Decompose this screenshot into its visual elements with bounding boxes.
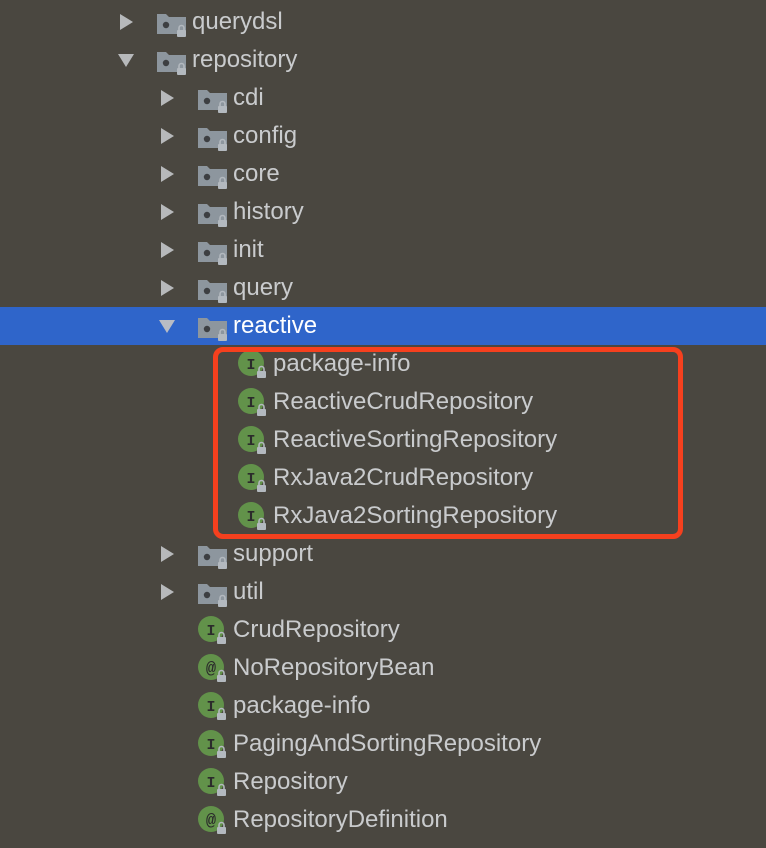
tree-item-crudrepository[interactable]: I CrudRepository [0, 611, 766, 649]
svg-text:@: @ [206, 812, 216, 831]
tree-item-repository[interactable]: repository [0, 41, 766, 79]
tree-item-label: init [233, 236, 264, 263]
tree-item-querydsl[interactable]: querydsl [0, 3, 766, 41]
package-folder-icon [197, 310, 229, 342]
package-folder-icon [197, 272, 229, 304]
tree-item-config[interactable]: config [0, 117, 766, 155]
tree-item-label: CrudRepository [233, 616, 400, 643]
svg-text:I: I [206, 699, 215, 716]
tree-item-util[interactable]: util [0, 573, 766, 611]
tree-item-reactivecrudrepository[interactable]: I ReactiveCrudRepository [0, 383, 766, 421]
expand-arrow-icon[interactable] [157, 582, 177, 602]
tree-item-label: history [233, 198, 304, 225]
tree-item-label: reactive [233, 312, 318, 339]
expand-arrow-icon[interactable] [157, 202, 177, 222]
interface-icon: I [197, 728, 229, 760]
tree-item-label: query [233, 274, 294, 301]
tree-item-reactivesortingrepository[interactable]: I ReactiveSortingRepository [0, 421, 766, 459]
svg-text:I: I [246, 433, 255, 450]
annotation-type-icon: @ [197, 804, 229, 836]
tree-item-init[interactable]: init [0, 231, 766, 269]
tree-item-reactive[interactable]: reactive [0, 307, 766, 345]
tree-item-rxjava2crudrepository[interactable]: I RxJava2CrudRepository [0, 459, 766, 497]
package-folder-icon [197, 120, 229, 152]
svg-text:I: I [206, 775, 215, 792]
annotation-type-icon: @ [197, 652, 229, 684]
tree-item-label: ReactiveCrudRepository [273, 388, 534, 415]
tree-item-label: config [233, 122, 298, 149]
package-folder-icon [197, 576, 229, 608]
collapse-arrow-icon[interactable] [116, 50, 136, 70]
package-folder-icon [156, 6, 188, 38]
interface-icon: I [237, 424, 269, 456]
svg-text:I: I [206, 623, 215, 640]
collapse-arrow-icon[interactable] [157, 316, 177, 336]
tree-item-label: NoRepositoryBean [233, 654, 435, 681]
package-folder-icon [197, 158, 229, 190]
package-folder-icon [197, 538, 229, 570]
tree-item-label: querydsl [192, 8, 283, 35]
tree-item-norepositorybean[interactable]: @ NoRepositoryBean [0, 649, 766, 687]
tree-item-label: PagingAndSortingRepository [233, 730, 542, 757]
tree-item-package-info[interactable]: I package-info [0, 687, 766, 725]
interface-icon: I [237, 386, 269, 418]
tree-item-repositorydefinition[interactable]: @ RepositoryDefinition [0, 801, 766, 839]
tree-item-label: repository [192, 46, 298, 73]
expand-arrow-icon[interactable] [157, 164, 177, 184]
tree-item-label: RxJava2CrudRepository [273, 464, 534, 491]
interface-icon: I [197, 690, 229, 722]
package-folder-icon [197, 82, 229, 114]
interface-icon: I [237, 348, 269, 380]
svg-text:I: I [246, 395, 255, 412]
expand-arrow-icon[interactable] [157, 544, 177, 564]
tree-item-package-info[interactable]: I package-info [0, 345, 766, 383]
svg-text:I: I [246, 357, 255, 374]
expand-arrow-icon[interactable] [157, 240, 177, 260]
tree-item-query[interactable]: query [0, 269, 766, 307]
interface-icon: I [197, 614, 229, 646]
tree-item-label: cdi [233, 84, 264, 111]
expand-arrow-icon[interactable] [157, 88, 177, 108]
tree-item-label: Repository [233, 768, 348, 795]
tree-item-label: RepositoryDefinition [233, 806, 448, 833]
package-folder-icon [156, 44, 188, 76]
svg-text:I: I [246, 509, 255, 526]
expand-arrow-icon[interactable] [157, 278, 177, 298]
tree-item-label: core [233, 160, 280, 187]
tree-item-label: ReactiveSortingRepository [273, 426, 558, 453]
svg-text:@: @ [206, 660, 216, 679]
tree-item-rxjava2sortingrepository[interactable]: I RxJava2SortingRepository [0, 497, 766, 535]
tree-item-repository[interactable]: I Repository [0, 763, 766, 801]
tree-item-core[interactable]: core [0, 155, 766, 193]
tree-item-support[interactable]: support [0, 535, 766, 573]
tree-item-label: package-info [273, 350, 411, 377]
tree-item-label: package-info [233, 692, 371, 719]
tree-item-label: RxJava2SortingRepository [273, 502, 558, 529]
package-folder-icon [197, 196, 229, 228]
tree-item-cdi[interactable]: cdi [0, 79, 766, 117]
interface-icon: I [237, 462, 269, 494]
expand-arrow-icon[interactable] [116, 12, 136, 32]
expand-arrow-icon[interactable] [157, 126, 177, 146]
tree-item-label: util [233, 578, 264, 605]
svg-text:I: I [246, 471, 255, 488]
tree-item-label: support [233, 540, 314, 567]
tree-item-history[interactable]: history [0, 193, 766, 231]
interface-icon: I [197, 766, 229, 798]
svg-text:I: I [206, 737, 215, 754]
interface-icon: I [237, 500, 269, 532]
tree-item-pagingandsortingrepository[interactable]: I PagingAndSortingRepository [0, 725, 766, 763]
package-folder-icon [197, 234, 229, 266]
